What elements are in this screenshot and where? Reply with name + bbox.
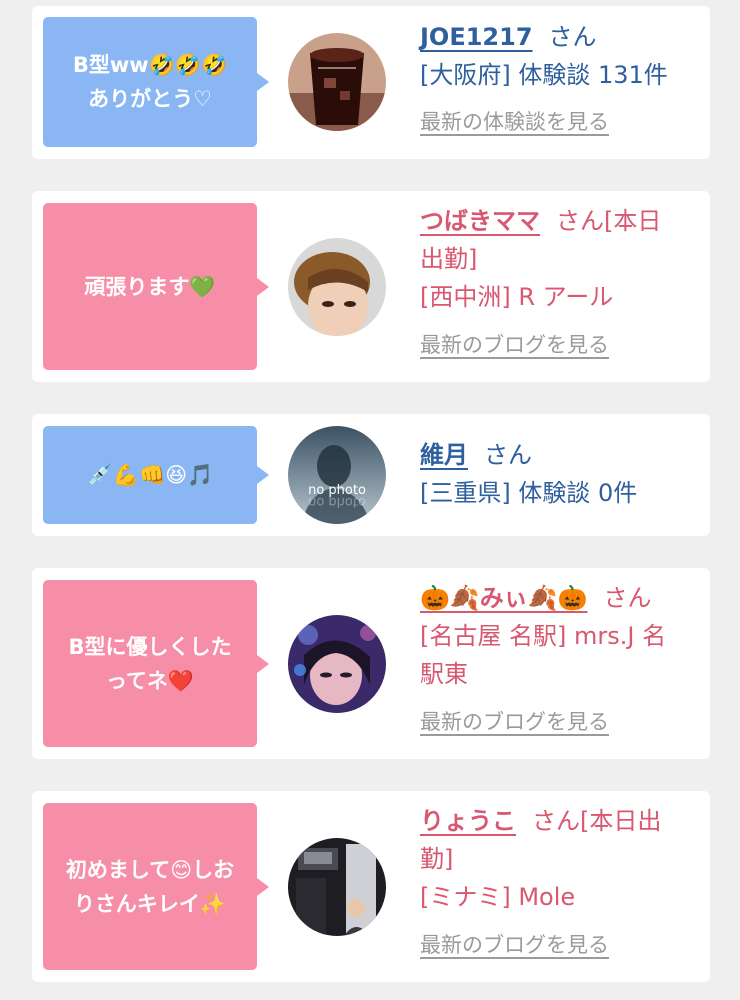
comment-bubble: B型ww🤣🤣🤣 ありがとう♡ [43,17,269,147]
user-info: りょうこ さん[本日出 勤] [ミナミ] Mole 最新のブログを見る [420,802,695,959]
svg-text:no photo: no photo [308,494,366,509]
review-card: 頑張ります💚 つばきママ さん[本日 出勤] [西中洲] R アール 最新のブログ… [32,191,710,382]
location-line: [ミナミ] Mole [420,883,576,911]
user-info: JOE1217 さん [大阪府] 体験談 131件 最新の体験談を見る [420,18,695,136]
comment-line: 初めまして😊しお [65,857,235,882]
avatar[interactable] [288,238,386,336]
latest-blog-link[interactable]: 最新のブログを見る [420,929,609,959]
comment-bubble: 頑張ります💚 [43,203,269,370]
review-card: B型ww🤣🤣🤣 ありがとう♡ JOE1217 さん [大阪府] 体験談 131件 … [32,6,710,159]
comment-line: りさんキレイ✨ [73,891,227,916]
location-line: [西中洲] R アール [420,283,614,311]
comment-line: ってネ❤️ [105,668,195,693]
comment-bubble: 初めまして😊しお りさんキレイ✨ [43,803,269,970]
review-card: B型に優しくした ってネ❤️ 🎃🍂みぃ🍂🎃 さん [名古屋 名駅] mrs.J 名… [32,568,710,759]
location-line: [名古屋 名駅] mrs.J 名 [420,622,667,650]
location-line: [大阪府] 体験談 131件 [420,61,668,89]
comment-line: 💉💪👊😆🎵 [86,463,214,487]
honorific: さん[本日 [556,207,662,235]
honorific: さん [603,584,652,612]
user-name-link[interactable]: りょうこ [420,807,516,835]
location-line: 駅東 [420,660,468,688]
no-photo-avatar[interactable]: no photo no photo [288,426,386,524]
comment-line: ありがとう♡ [88,87,212,111]
user-info: 🎃🍂みぃ🍂🎃 さん [名古屋 名駅] mrs.J 名 駅東 最新のブログを見る [420,579,695,736]
comment-line: B型ww🤣🤣🤣 [72,53,228,77]
avatar[interactable] [288,33,386,131]
review-card: 💉💪👊😆🎵 no photo no photo 維月 さん [三重県] 体験談 0… [32,414,710,536]
latest-blog-link[interactable]: 最新のブログを見る [420,706,609,736]
location-line: [三重県] 体験談 0件 [420,479,638,507]
latest-blog-link[interactable]: 最新のブログを見る [420,329,609,359]
honorific: さん [484,441,532,469]
honorific: さん[本日出 [532,807,662,835]
user-name-link[interactable]: 🎃🍂みぃ🍂🎃 [420,584,588,612]
avatar[interactable] [288,838,386,936]
comment-bubble: 💉💪👊😆🎵 [43,426,269,524]
user-info: つばきママ さん[本日 出勤] [西中洲] R アール 最新のブログを見る [420,202,695,359]
honorific: さん [548,23,597,51]
user-name-link[interactable]: つばきママ [420,207,540,235]
user-name-link[interactable]: JOE1217 [420,23,533,51]
status-line: 勤] [420,845,454,873]
latest-reviews-link[interactable]: 最新の体験談を見る [420,106,609,136]
user-name-link[interactable]: 維月 [420,441,468,469]
avatar[interactable] [288,615,386,713]
user-info: 維月 さん [三重県] 体験談 0件 [420,436,695,512]
status-line: 出勤] [420,245,478,273]
comment-bubble: B型に優しくした ってネ❤️ [43,580,269,747]
review-card: 初めまして😊しお りさんキレイ✨ りょうこ さん[本日出 勤] [ミナミ] Mol… [32,791,710,982]
comment-line: 頑張ります💚 [84,274,216,299]
comment-line: B型に優しくした [68,634,232,659]
